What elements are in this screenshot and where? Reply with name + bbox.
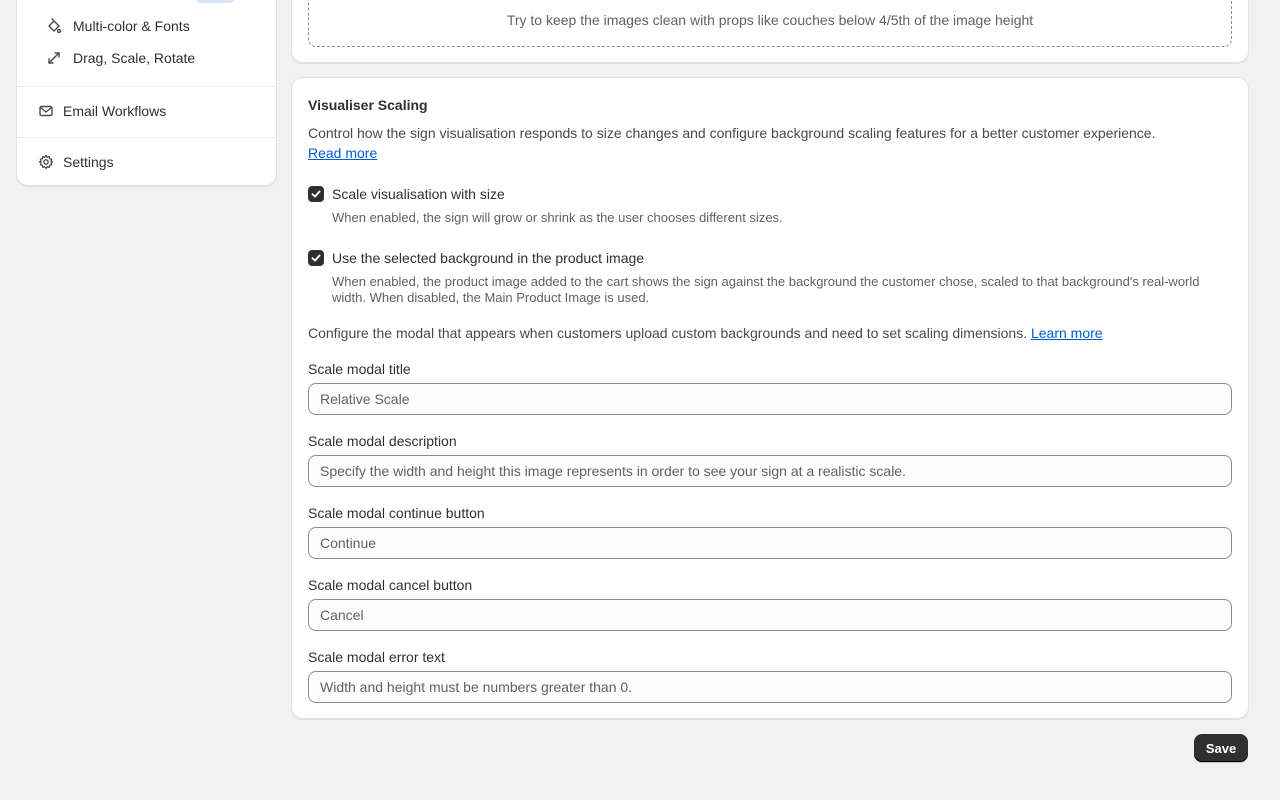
read-more-link[interactable]: Read more (308, 145, 377, 161)
scale-modal-continue-input[interactable] (308, 527, 1232, 559)
visualiser-scaling-card: Visualiser Scaling Control how the sign … (291, 77, 1249, 719)
sidebar-item-drag-scale-rotate[interactable]: Drag, Scale, Rotate (45, 46, 195, 70)
sidebar-badge (195, 0, 235, 3)
section-description: Control how the sign visualisation respo… (308, 125, 1156, 141)
field-label: Scale modal error text (308, 649, 445, 665)
sidebar-item-label: Email Workflows (63, 103, 167, 119)
envelope-icon (37, 102, 55, 120)
sidebar-item-multi-color-fonts[interactable]: Multi-color & Fonts (45, 14, 190, 38)
scale-modal-error-input[interactable] (308, 671, 1232, 703)
sidebar-divider (17, 86, 276, 87)
checkbox-label: Use the selected background in the produ… (332, 250, 645, 266)
background-upload-card: Try to keep the images clean with props … (291, 0, 1249, 63)
checkbox-label: Scale visualisation with size (332, 186, 505, 202)
scale-modal-description-input[interactable] (308, 455, 1232, 487)
checkmark-icon (311, 254, 321, 262)
dropzone-hint: Try to keep the images clean with props … (506, 12, 1034, 28)
scale-with-size-checkbox[interactable] (308, 186, 324, 202)
scale-modal-title-input[interactable] (308, 383, 1232, 415)
checkmark-icon (311, 190, 321, 198)
settings-sidebar: Multi-color & Fonts Drag, Scale, Rotate … (16, 0, 277, 186)
sidebar-item-label: Multi-color & Fonts (73, 18, 190, 34)
sidebar-item-settings[interactable]: Settings (37, 150, 114, 174)
checkbox-help-text: When enabled, the sign will grow or shri… (332, 210, 783, 225)
field-label: Scale modal description (308, 433, 457, 449)
sidebar-item-email-workflows[interactable]: Email Workflows (37, 99, 166, 123)
modal-config-text: Configure the modal that appears when cu… (308, 325, 1103, 341)
field-label: Scale modal continue button (308, 505, 485, 521)
section-title: Visualiser Scaling (308, 97, 428, 113)
gear-icon (37, 153, 55, 171)
sidebar-item-label: Settings (63, 154, 114, 170)
paint-brush-icon (45, 17, 63, 35)
use-background-checkbox[interactable] (308, 250, 324, 266)
sidebar-divider (17, 137, 276, 138)
resize-arrows-icon (45, 49, 63, 67)
use-background-option[interactable]: Use the selected background in the produ… (308, 250, 644, 266)
scale-with-size-option[interactable]: Scale visualisation with size (308, 186, 505, 202)
field-label: Scale modal title (308, 361, 411, 377)
checkbox-help-text: When enabled, the product image added to… (332, 274, 1200, 305)
save-button[interactable]: Save (1194, 734, 1248, 762)
scale-modal-cancel-input[interactable] (308, 599, 1232, 631)
learn-more-link[interactable]: Learn more (1031, 325, 1103, 341)
image-dropzone[interactable]: Try to keep the images clean with props … (308, 0, 1232, 47)
field-label: Scale modal cancel button (308, 577, 473, 593)
sidebar-item-label: Drag, Scale, Rotate (73, 50, 196, 66)
